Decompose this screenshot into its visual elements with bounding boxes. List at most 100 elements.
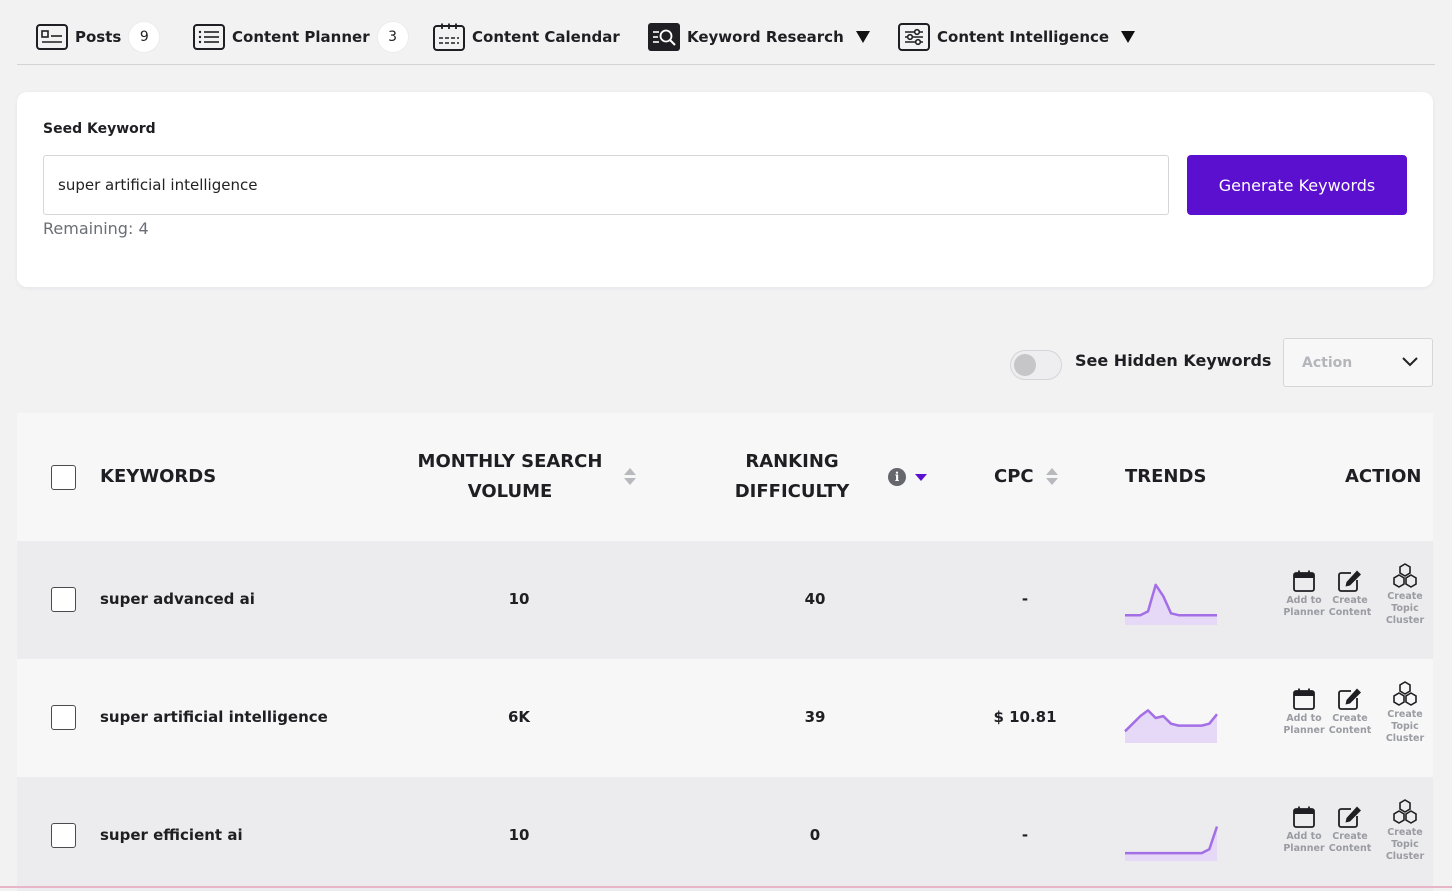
remaining-count: Remaining: 4 [43, 219, 149, 238]
info-icon[interactable]: i [888, 468, 906, 486]
row-volume: 10 [508, 826, 530, 844]
add-to-planner-label-1: Add to [1286, 831, 1322, 842]
action-dropdown-label: Action [1302, 354, 1353, 371]
nav-content-planner[interactable]: Content Planner 3 [193, 20, 408, 54]
keywords-table: KEYWORDS MONTHLY SEARCH VOLUME RANKING D… [17, 413, 1433, 891]
sort-cpc-icon[interactable] [1046, 468, 1058, 486]
row-keyword: super efficient ai [100, 826, 243, 844]
row-cpc: - [1021, 826, 1029, 844]
row-checkbox[interactable] [51, 587, 76, 612]
table-row: super advanced ai 10 40 - Add to Planner … [17, 541, 1433, 659]
create-content-label-1: Create [1332, 713, 1368, 724]
topic-cluster-label-2: Topic [1391, 721, 1419, 732]
calendar-icon [433, 23, 465, 51]
table-row: super artificial intelligence 6K 39 $ 10… [17, 659, 1433, 777]
select-all-checkbox[interactable] [51, 465, 76, 490]
create-topic-cluster-button[interactable]: Create Topic Cluster [1377, 563, 1433, 627]
nav-divider [17, 64, 1435, 65]
trend-line [1125, 826, 1219, 855]
nav-posts-label: Posts [75, 28, 122, 46]
row-cpc: - [1021, 590, 1029, 608]
row-keyword: super advanced ai [100, 590, 255, 608]
header-volume-line2: VOLUME [467, 481, 553, 502]
topic-cluster-label-1: Create [1387, 709, 1423, 720]
topic-cluster-label-2: Topic [1391, 839, 1419, 850]
topic-cluster-label-3: Cluster [1385, 851, 1425, 862]
create-topic-cluster-button[interactable]: Create Topic Cluster [1377, 799, 1433, 863]
list-icon [193, 23, 225, 51]
nav-keyword-research-label: Keyword Research [687, 28, 844, 46]
nav-content-planner-badge: 3 [377, 22, 408, 52]
calendar-icon [1293, 688, 1315, 710]
header-difficulty[interactable]: RANKING DIFFICULTY [707, 447, 877, 507]
edit-icon [1338, 806, 1361, 828]
row-difficulty: 0 [809, 826, 821, 844]
create-content-button[interactable]: Create Content [1322, 569, 1378, 619]
row-volume: 10 [508, 590, 530, 608]
seed-keyword-label: Seed Keyword [43, 121, 156, 137]
create-content-label-1: Create [1332, 831, 1368, 842]
trend-area [1125, 584, 1217, 625]
header-cpc: CPC [994, 466, 1034, 487]
seed-keyword-input[interactable] [43, 155, 1169, 215]
add-to-planner-label-2: Planner [1283, 725, 1325, 736]
create-content-button[interactable]: Create Content [1322, 687, 1378, 737]
sort-difficulty-icon[interactable] [915, 474, 927, 481]
header-trends: TRENDS [1125, 466, 1207, 487]
bottom-border [0, 886, 1452, 888]
trend-sparkline [1124, 709, 1218, 743]
add-to-planner-label-1: Add to [1286, 713, 1322, 724]
add-to-planner-label-2: Planner [1283, 843, 1325, 854]
header-volume[interactable]: MONTHLY SEARCH VOLUME [399, 447, 621, 507]
add-to-planner-label-1: Add to [1286, 595, 1322, 606]
row-difficulty: 40 [804, 590, 826, 608]
header-difficulty-line1: RANKING [745, 451, 839, 472]
trend-area [1125, 826, 1217, 861]
topic-cluster-label-3: Cluster [1385, 733, 1425, 744]
nav-keyword-research[interactable]: Keyword Research [648, 20, 870, 54]
cluster-icon [1393, 799, 1417, 824]
topic-cluster-label-1: Create [1387, 591, 1423, 602]
nav-content-intelligence[interactable]: Content Intelligence [898, 20, 1136, 54]
seed-keyword-card: Seed Keyword Generate Keywords Remaining… [17, 92, 1433, 287]
table-header: KEYWORDS MONTHLY SEARCH VOLUME RANKING D… [17, 413, 1433, 541]
top-navigation: Posts 9 Content Planner 3 Content Calend… [0, 0, 1452, 66]
chevron-down-icon[interactable] [1121, 31, 1136, 43]
cluster-icon [1393, 681, 1417, 706]
trend-sparkline [1125, 826, 1219, 861]
keyword-search-icon [648, 23, 680, 51]
create-content-label-2: Content [1328, 843, 1372, 854]
create-topic-cluster-button[interactable]: Create Topic Cluster [1377, 681, 1433, 745]
toggle-knob [1014, 354, 1036, 376]
calendar-icon [1293, 806, 1315, 828]
generate-keywords-button[interactable]: Generate Keywords [1187, 155, 1407, 215]
trend-area [1125, 710, 1217, 743]
action-dropdown[interactable]: Action [1283, 338, 1433, 387]
trend-sparkline [1125, 583, 1217, 625]
row-difficulty: 39 [804, 708, 826, 726]
nav-content-intelligence-label: Content Intelligence [937, 28, 1110, 46]
nav-content-calendar[interactable]: Content Calendar [433, 20, 620, 54]
row-volume: 6K [507, 708, 531, 726]
row-keyword: super artificial intelligence [100, 708, 328, 726]
header-volume-line1: MONTHLY SEARCH [417, 451, 603, 472]
create-content-label-2: Content [1328, 725, 1372, 736]
row-checkbox[interactable] [51, 705, 76, 730]
row-checkbox[interactable] [51, 823, 76, 848]
cluster-icon [1393, 563, 1417, 588]
posts-icon [36, 23, 68, 51]
nav-content-calendar-label: Content Calendar [472, 28, 620, 46]
create-content-button[interactable]: Create Content [1322, 805, 1378, 855]
nav-content-planner-label: Content Planner [232, 28, 370, 46]
edit-icon [1338, 688, 1361, 710]
trend-line [1125, 583, 1217, 617]
edit-icon [1338, 570, 1361, 592]
table-row: super efficient ai 10 0 - Add to Planner … [17, 777, 1433, 891]
sort-volume-icon[interactable] [624, 468, 636, 486]
row-cpc: $ 10.81 [993, 708, 1057, 726]
header-action: ACTION [1345, 466, 1422, 487]
nav-posts[interactable]: Posts 9 [36, 20, 160, 54]
hidden-keywords-toggle[interactable] [1010, 350, 1062, 380]
hidden-keywords-label: See Hidden Keywords [1075, 351, 1272, 370]
chevron-down-icon[interactable] [855, 31, 870, 43]
